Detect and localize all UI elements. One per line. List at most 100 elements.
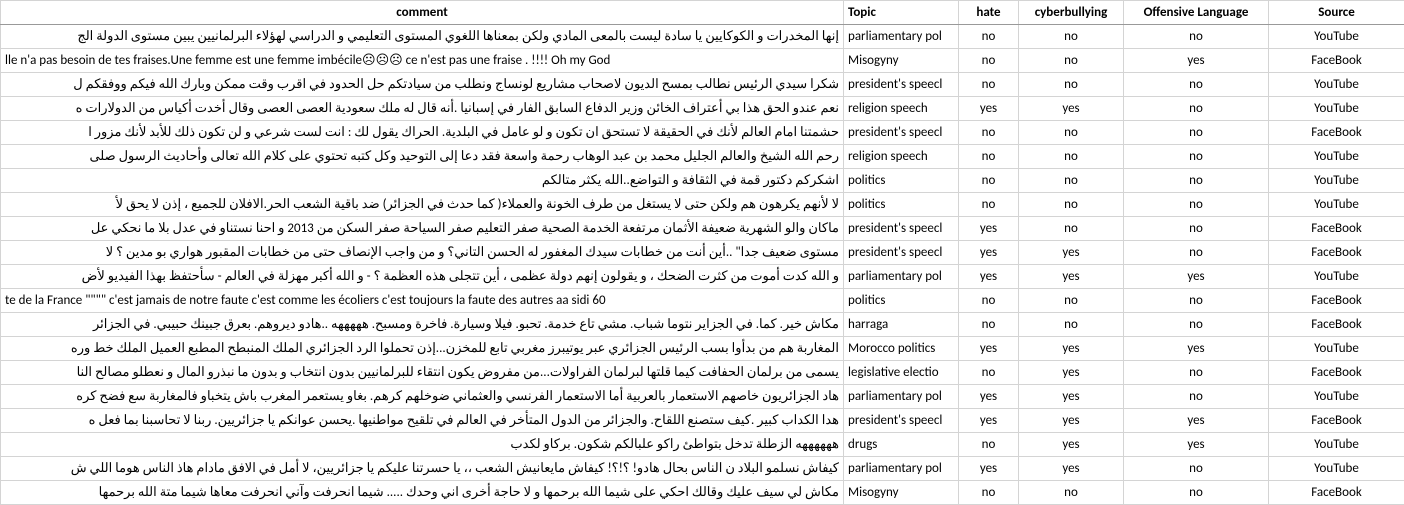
header-topic[interactable]: Topic — [844, 1, 959, 25]
cell-hate[interactable]: yes — [959, 457, 1019, 481]
cell-offensive[interactable]: no — [1124, 361, 1269, 385]
cell-comment[interactable]: ههههههه الزطلة تدخل بتواطئ راكو علبالكم … — [1, 433, 844, 457]
cell-offensive[interactable]: no — [1124, 97, 1269, 121]
cell-source[interactable]: FaceBook — [1269, 313, 1404, 337]
table-row[interactable]: إنها المخدرات و الكوكايين يا سادة ليست ب… — [1, 25, 1404, 49]
table-row[interactable]: شكرا سيدي الرئيس نطالب بمسح الديون لاصحا… — [1, 73, 1404, 97]
table-row[interactable]: نعم عندو الحق هذا بي أعتراف الخائن وزير … — [1, 97, 1404, 121]
cell-comment[interactable]: مستوى ضعيف جدا" ..أين أنت من خطابات سيدك… — [1, 241, 844, 265]
cell-source[interactable]: FaceBook — [1269, 217, 1404, 241]
header-hate[interactable]: hate — [959, 1, 1019, 25]
cell-source[interactable]: FaceBook — [1269, 289, 1404, 313]
cell-comment[interactable]: lle n'a pas besoin de tes fraises.Une fe… — [1, 49, 844, 73]
cell-comment[interactable]: ماكان والو الشهرية ضعيفة الأثمان مرتفعة … — [1, 217, 844, 241]
cell-topic[interactable]: politics — [844, 289, 959, 313]
table-row[interactable]: ههههههه الزطلة تدخل بتواطئ راكو علبالكم … — [1, 433, 1404, 457]
cell-hate[interactable]: yes — [959, 217, 1019, 241]
table-row[interactable]: كيفاش نسلمو البلاد ن الناس بحال هادو! ؟!… — [1, 457, 1404, 481]
cell-offensive[interactable]: yes — [1124, 409, 1269, 433]
cell-comment[interactable]: هدا الكداب كبير .كيف ستصنع اللقاح. والجز… — [1, 409, 844, 433]
cell-hate[interactable]: yes — [959, 385, 1019, 409]
cell-cyberbullying[interactable]: no — [1019, 289, 1124, 313]
cell-offensive[interactable]: yes — [1124, 49, 1269, 73]
cell-comment[interactable]: مكاش لي سيف عليك وقالك احكي على شيما الل… — [1, 481, 844, 505]
cell-hate[interactable]: no — [959, 193, 1019, 217]
cell-source[interactable]: FaceBook — [1269, 121, 1404, 145]
cell-cyberbullying[interactable]: no — [1019, 313, 1124, 337]
cell-topic[interactable]: president's speecl — [844, 241, 959, 265]
cell-source[interactable]: YouTube — [1269, 169, 1404, 193]
cell-cyberbullying[interactable]: yes — [1019, 385, 1124, 409]
table-row[interactable]: حشمتنا امام العالم لأنك في الحقيقة لا تس… — [1, 121, 1404, 145]
cell-comment[interactable]: نعم عندو الحق هذا بي أعتراف الخائن وزير … — [1, 97, 844, 121]
cell-comment[interactable]: يسمى من برلمان الحفافت كيما قلتها لبرلما… — [1, 361, 844, 385]
cell-source[interactable]: YouTube — [1269, 97, 1404, 121]
cell-cyberbullying[interactable]: no — [1019, 481, 1124, 505]
cell-comment[interactable]: و الله كدت أموت من كثرت الضحك ، و يقولون… — [1, 265, 844, 289]
table-row[interactable]: مكاش لي سيف عليك وقالك احكي على شيما الل… — [1, 481, 1404, 505]
header-offensive[interactable]: Offensive Language — [1124, 1, 1269, 25]
cell-offensive[interactable]: no — [1124, 73, 1269, 97]
cell-topic[interactable]: president's speecl — [844, 121, 959, 145]
cell-cyberbullying[interactable]: yes — [1019, 433, 1124, 457]
cell-cyberbullying[interactable]: yes — [1019, 409, 1124, 433]
cell-hate[interactable]: no — [959, 73, 1019, 97]
cell-topic[interactable]: religion speech — [844, 97, 959, 121]
cell-cyberbullying[interactable]: no — [1019, 49, 1124, 73]
cell-source[interactable]: FaceBook — [1269, 49, 1404, 73]
cell-offensive[interactable]: no — [1124, 25, 1269, 49]
cell-hate[interactable]: no — [959, 481, 1019, 505]
cell-hate[interactable]: yes — [959, 97, 1019, 121]
cell-comment[interactable]: te de la France """" c'est jamais de not… — [1, 289, 844, 313]
cell-cyberbullying[interactable]: yes — [1019, 97, 1124, 121]
cell-cyberbullying[interactable]: no — [1019, 121, 1124, 145]
header-source[interactable]: Source — [1269, 1, 1404, 25]
cell-offensive[interactable]: no — [1124, 313, 1269, 337]
cell-hate[interactable]: no — [959, 145, 1019, 169]
cell-comment[interactable]: هاد الجزائريون خاصهم الاستعمار بالعربية … — [1, 385, 844, 409]
table-row[interactable]: مستوى ضعيف جدا" ..أين أنت من خطابات سيدك… — [1, 241, 1404, 265]
cell-cyberbullying[interactable]: yes — [1019, 241, 1124, 265]
cell-comment[interactable]: كيفاش نسلمو البلاد ن الناس بحال هادو! ؟!… — [1, 457, 844, 481]
cell-offensive[interactable]: no — [1124, 457, 1269, 481]
table-row[interactable]: رحم الله الشيخ والعالم الجليل محمد بن عب… — [1, 145, 1404, 169]
cell-topic[interactable]: parliamentary pol — [844, 385, 959, 409]
table-row[interactable]: مكاش خير. كما. في الجزاير نتوما شباب. مش… — [1, 313, 1404, 337]
cell-cyberbullying[interactable]: no — [1019, 73, 1124, 97]
cell-hate[interactable]: no — [959, 121, 1019, 145]
cell-offensive[interactable]: no — [1124, 385, 1269, 409]
cell-topic[interactable]: president's speecl — [844, 409, 959, 433]
cell-topic[interactable]: Misogyny — [844, 481, 959, 505]
cell-hate[interactable]: no — [959, 25, 1019, 49]
cell-topic[interactable]: Morocco politics — [844, 337, 959, 361]
cell-comment[interactable]: رحم الله الشيخ والعالم الجليل محمد بن عب… — [1, 145, 844, 169]
cell-source[interactable]: YouTube — [1269, 145, 1404, 169]
cell-topic[interactable]: president's speecl — [844, 73, 959, 97]
cell-offensive[interactable]: no — [1124, 217, 1269, 241]
cell-source[interactable]: YouTube — [1269, 193, 1404, 217]
cell-source[interactable]: FaceBook — [1269, 409, 1404, 433]
cell-hate[interactable]: no — [959, 289, 1019, 313]
cell-offensive[interactable]: no — [1124, 121, 1269, 145]
cell-source[interactable]: YouTube — [1269, 433, 1404, 457]
cell-source[interactable]: YouTube — [1269, 25, 1404, 49]
cell-offensive[interactable]: yes — [1124, 433, 1269, 457]
cell-topic[interactable]: parliamentary pol — [844, 25, 959, 49]
cell-offensive[interactable]: no — [1124, 289, 1269, 313]
table-row[interactable]: اشكركم دكتور قمة في الثقافة و التواضع..ا… — [1, 169, 1404, 193]
cell-cyberbullying[interactable]: yes — [1019, 361, 1124, 385]
table-row[interactable]: المغاربة هم من بدأوا بسب الرئيس الجزائري… — [1, 337, 1404, 361]
cell-cyberbullying[interactable]: no — [1019, 193, 1124, 217]
cell-hate[interactable]: yes — [959, 265, 1019, 289]
cell-topic[interactable]: legislative electio — [844, 361, 959, 385]
table-row[interactable]: lle n'a pas besoin de tes fraises.Une fe… — [1, 49, 1404, 73]
cell-comment[interactable]: مكاش خير. كما. في الجزاير نتوما شباب. مش… — [1, 313, 844, 337]
cell-source[interactable]: FaceBook — [1269, 241, 1404, 265]
cell-cyberbullying[interactable]: yes — [1019, 337, 1124, 361]
table-row[interactable]: هدا الكداب كبير .كيف ستصنع اللقاح. والجز… — [1, 409, 1404, 433]
cell-source[interactable]: YouTube — [1269, 265, 1404, 289]
cell-hate[interactable]: no — [959, 169, 1019, 193]
cell-source[interactable]: FaceBook — [1269, 481, 1404, 505]
cell-topic[interactable]: Misogyny — [844, 49, 959, 73]
cell-source[interactable]: YouTube — [1269, 457, 1404, 481]
